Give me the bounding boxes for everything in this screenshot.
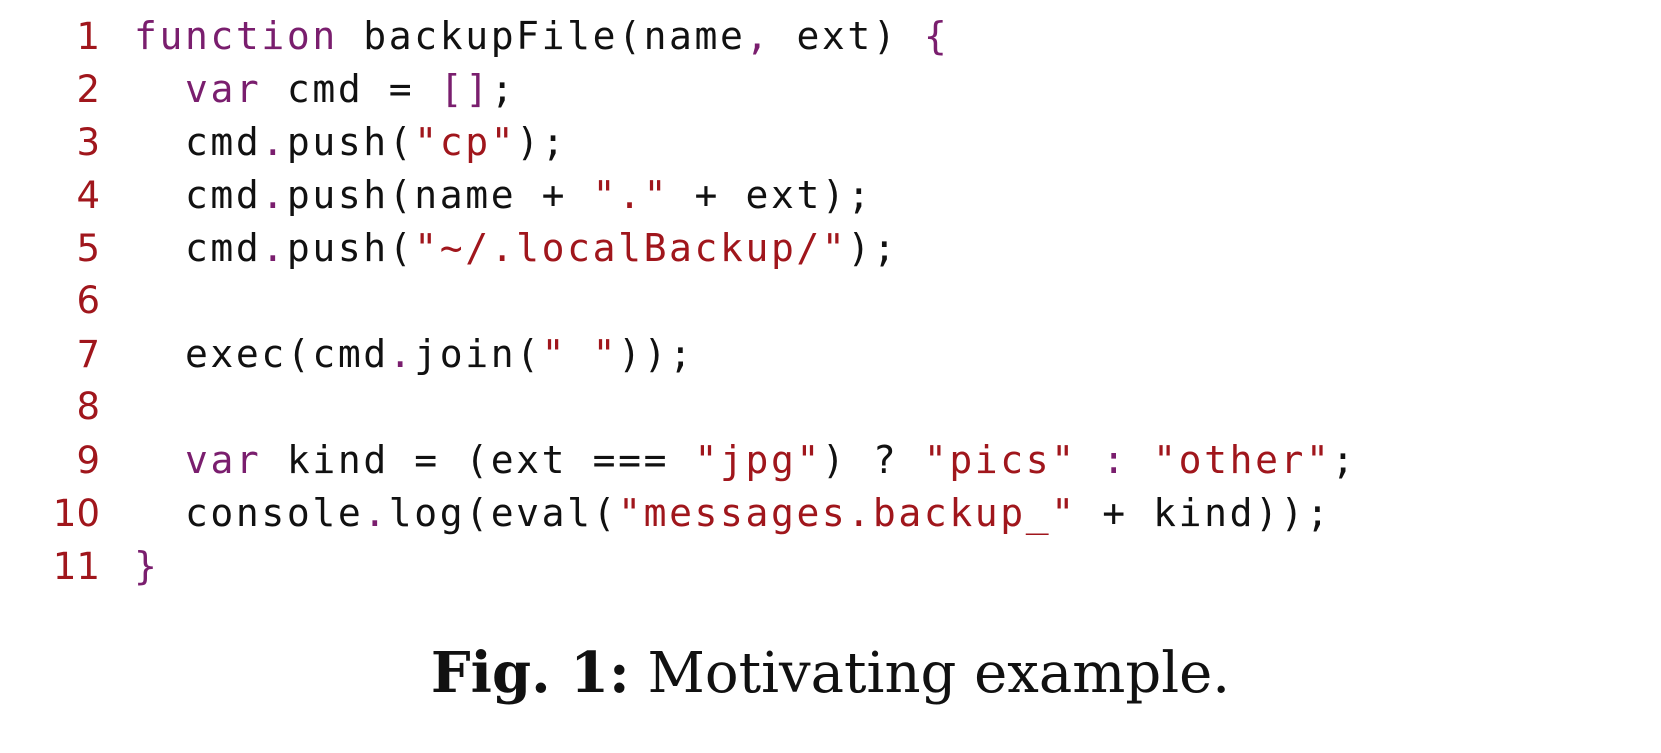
code-line: 2 var cmd = []; bbox=[40, 67, 1640, 120]
code-token-plain: cmd bbox=[134, 226, 262, 270]
line-number: 8 bbox=[76, 385, 100, 428]
code-token-string: "pics" bbox=[923, 438, 1077, 482]
code-token-plain: ); bbox=[516, 120, 568, 164]
line-number: 7 bbox=[76, 333, 100, 376]
code-token-string: "jpg" bbox=[694, 438, 822, 482]
code-token-plain: )); bbox=[618, 332, 695, 376]
code-token-punct: } bbox=[134, 544, 160, 588]
code-token-plain: log(eval( bbox=[388, 491, 619, 535]
code-token-punct: : bbox=[1102, 438, 1128, 482]
code-token-plain: cmd = bbox=[261, 67, 440, 111]
line-number: 10 bbox=[52, 492, 100, 535]
code-token-string: "~/.localBackup/" bbox=[414, 226, 848, 270]
code-token-plain: + ext); bbox=[669, 173, 873, 217]
code-token-plain: push(name + bbox=[286, 173, 593, 217]
code-token-punct: . bbox=[388, 332, 415, 376]
code-token-string: "messages.backup_" bbox=[618, 491, 1077, 535]
code-token-plain: push( bbox=[286, 226, 415, 270]
code-token-punct: . bbox=[261, 226, 287, 270]
code-token-punct: . bbox=[261, 120, 287, 164]
line-code: var kind = (ext === "jpg") ? "pics" : "o… bbox=[134, 438, 1357, 482]
code-line: 3 cmd.push("cp"); bbox=[40, 120, 1640, 173]
line-code: cmd.push("~/.localBackup/"); bbox=[134, 226, 898, 270]
code-token-string: "other" bbox=[1153, 438, 1332, 482]
line-code: console.log(eval("messages.backup_" + ki… bbox=[134, 491, 1332, 535]
line-number: 9 bbox=[76, 439, 100, 482]
code-listing: 1 function backupFile(name, ext) {2 var c… bbox=[40, 14, 1640, 597]
code-token-string: "cp" bbox=[414, 120, 517, 164]
code-line: 7 exec(cmd.join(" ")); bbox=[40, 332, 1640, 385]
code-token-plain: console bbox=[134, 491, 364, 535]
figure-caption: Fig. 1: Motivating example. bbox=[0, 640, 1661, 706]
code-token-keyword: var bbox=[184, 67, 262, 111]
caption-label: Fig. 1: bbox=[430, 640, 630, 706]
code-token-punct: , bbox=[745, 14, 771, 58]
code-token-plain: backupFile(name bbox=[337, 14, 746, 58]
line-number: 2 bbox=[76, 68, 100, 111]
line-number: 3 bbox=[76, 121, 100, 164]
code-token-plain: cmd bbox=[134, 120, 262, 164]
code-token-plain: push( bbox=[286, 120, 415, 164]
line-number: 11 bbox=[52, 545, 100, 588]
code-token-string: " " bbox=[541, 332, 619, 376]
line-code: var cmd = []; bbox=[134, 67, 516, 111]
code-line: 6 bbox=[40, 279, 1640, 332]
line-code: exec(cmd.join(" ")); bbox=[134, 332, 695, 376]
code-token-plain: ext) bbox=[770, 14, 924, 58]
code-line: 9 var kind = (ext === "jpg") ? "pics" : … bbox=[40, 438, 1640, 491]
code-token-punct: . bbox=[363, 491, 389, 535]
line-code: function backupFile(name, ext) { bbox=[134, 14, 949, 58]
line-code: } bbox=[134, 544, 159, 588]
code-token-punct: . bbox=[261, 173, 287, 217]
line-code: cmd.push("cp"); bbox=[134, 120, 567, 164]
code-token-plain: cmd bbox=[134, 173, 262, 217]
code-line: 5 cmd.push("~/.localBackup/"); bbox=[40, 226, 1640, 279]
code-line: 10 console.log(eval("messages.backup_" +… bbox=[40, 491, 1640, 544]
code-token-plain: + kind)); bbox=[1076, 491, 1332, 535]
code-token-keyword: var bbox=[184, 438, 262, 482]
code-token-plain: join( bbox=[414, 332, 542, 376]
line-code: cmd.push(name + "." + ext); bbox=[134, 173, 873, 217]
code-token-punct: { bbox=[923, 14, 950, 58]
code-line: 8 bbox=[40, 385, 1640, 438]
code-token-keyword: function bbox=[134, 14, 338, 58]
code-token-plain: ; bbox=[1331, 438, 1358, 482]
line-number: 1 bbox=[76, 15, 100, 58]
code-token-plain: ) ? bbox=[821, 438, 924, 482]
code-line: 1 function backupFile(name, ext) { bbox=[40, 14, 1640, 67]
code-line: 4 cmd.push(name + "." + ext); bbox=[40, 173, 1640, 226]
code-token-string: "." bbox=[592, 173, 670, 217]
caption-text: Motivating example. bbox=[629, 641, 1231, 706]
code-line: 11} bbox=[40, 544, 1640, 597]
code-token-plain: ; bbox=[490, 67, 517, 111]
code-token-plain: kind = (ext === bbox=[261, 438, 695, 482]
code-token-plain: ); bbox=[847, 226, 899, 270]
line-number: 5 bbox=[76, 227, 100, 270]
code-token-plain: exec(cmd bbox=[134, 332, 389, 376]
code-token-punct: [] bbox=[439, 67, 491, 111]
line-number: 4 bbox=[76, 174, 100, 217]
line-number: 6 bbox=[76, 279, 100, 322]
